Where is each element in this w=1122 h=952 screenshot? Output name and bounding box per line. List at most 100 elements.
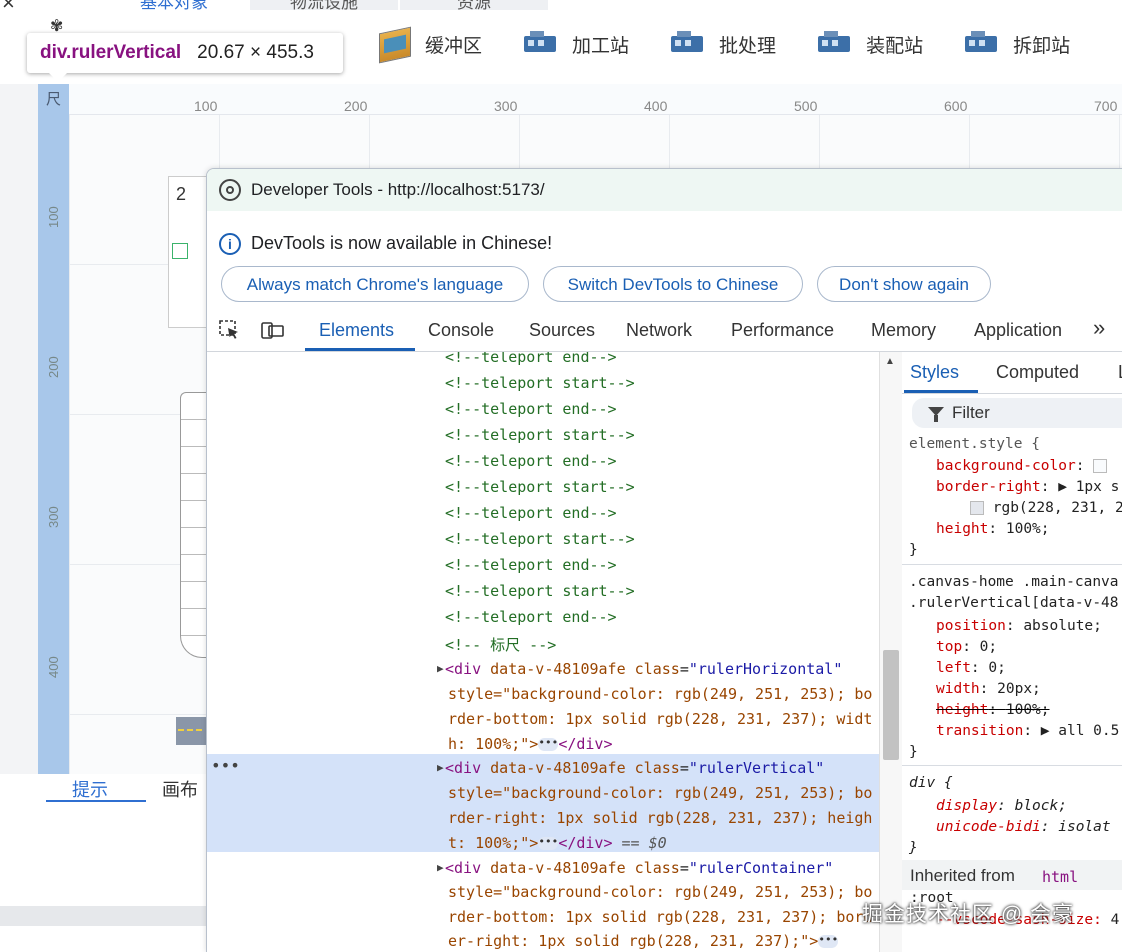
close-icon[interactable]: × [2, 0, 15, 16]
comment-node[interactable]: <!--teleport end--> [445, 400, 617, 418]
rule-close: } [909, 542, 918, 558]
prop-value: ▶ all 0.5 [1040, 723, 1120, 739]
prop-name: position [936, 618, 1006, 634]
canvas-rack-shape[interactable] [180, 392, 207, 658]
devtools-titlebar: Developer Tools - http://localhost:5173/ [207, 169, 1122, 211]
tab-resources[interactable]: 资源 [400, 0, 548, 12]
tool-batch[interactable]: 批处理 [669, 30, 776, 58]
ellipsis-icon[interactable]: ••• [538, 836, 559, 850]
scrollbar-thumb[interactable] [883, 650, 899, 760]
tab-application[interactable]: Application [974, 320, 1062, 341]
tab-console[interactable]: Console [428, 320, 494, 341]
tool-row: 器 缓冲区 加工站 批处理 装配站 拆卸站 [280, 26, 1070, 64]
expand-triangle-icon[interactable]: ▶ [437, 761, 444, 774]
dont-show-again-button[interactable]: Don't show again [817, 266, 991, 302]
style-property[interactable]: border-right: ▶ 1px s [936, 479, 1119, 495]
style-property[interactable]: position: absolute; [936, 618, 1102, 634]
style-property[interactable]: top: 0; [936, 639, 997, 655]
conveyor-shape[interactable] [176, 717, 206, 745]
filter-placeholder: Filter [952, 403, 990, 422]
style-property[interactable]: display: block; [936, 798, 1067, 814]
browser-logo-icon [219, 179, 241, 201]
style-property-overridden[interactable]: height: 100%; [936, 702, 1050, 718]
style-text: er-right: 1px solid rgb(228, 231, 237);"… [448, 932, 819, 950]
horizontal-scrollbar[interactable] [0, 906, 206, 926]
style-text: style="background-color: rgb(249, 251, 2… [448, 685, 873, 703]
style-property[interactable]: left: 0; [936, 660, 1006, 676]
comment-node[interactable]: <!-- 标尺 --> [445, 634, 556, 655]
inherited-label: Inherited from [910, 866, 1015, 885]
match-language-button[interactable]: Always match Chrome's language [221, 266, 529, 302]
styles-pane: Styles Computed L Filter element.style {… [902, 352, 1122, 952]
machine-icon [669, 30, 709, 58]
color-swatch[interactable] [1093, 459, 1108, 473]
style-text: rder-right: 1px solid rgb(228, 231, 237)… [448, 809, 873, 827]
tab-hints[interactable]: 提示 [72, 776, 108, 802]
ellipsis-icon[interactable]: ••• [818, 934, 839, 948]
style-property[interactable]: rgb(228, 231, 2 [970, 500, 1122, 516]
switch-chinese-button[interactable]: Switch DevTools to Chinese [543, 266, 803, 302]
comment-node[interactable]: <!--teleport end--> [445, 352, 617, 366]
style-property[interactable]: unicode-bidi: isolat [936, 819, 1111, 835]
divider [902, 564, 1122, 565]
rule-close: } [909, 744, 918, 760]
more-tabs-icon[interactable]: » [1093, 315, 1105, 341]
elements-scrollbar[interactable]: ▲ [879, 352, 903, 952]
node-number: 2 [176, 184, 187, 204]
prop-name: display [936, 798, 998, 814]
node-checkbox[interactable] [172, 243, 188, 259]
tab-logistics[interactable]: 物流设施 [250, 0, 398, 12]
style-rule-selector[interactable]: .canvas-home .main-canva [909, 574, 1119, 590]
comment-node[interactable]: <!--teleport end--> [445, 504, 617, 522]
tool-assembly[interactable]: 装配站 [816, 30, 923, 58]
ellipsis-icon[interactable]: ••• [538, 737, 559, 751]
attr-name: class [634, 859, 680, 877]
style-property[interactable]: height: 100%; [936, 521, 1050, 537]
styles-filter-input[interactable]: Filter [912, 398, 1122, 428]
comment-node[interactable]: <!--teleport start--> [445, 530, 635, 548]
plant-icon[interactable]: ✾ [50, 16, 70, 35]
style-text: rder-bottom: 1px solid rgb(228, 231, 237… [448, 908, 873, 926]
inspect-tooltip: div.rulerVertical 20.67 × 455.3 [27, 33, 343, 82]
style-rule-selector[interactable]: div { [909, 775, 953, 791]
tab-basic-objects[interactable]: 基本对象 [100, 0, 248, 12]
inherited-tag[interactable]: html [1042, 868, 1078, 886]
comment-node[interactable]: <!--teleport end--> [445, 608, 617, 626]
tab-sources[interactable]: Sources [529, 320, 595, 341]
tab-computed[interactable]: Computed [996, 362, 1079, 383]
comment-node[interactable]: <!--teleport start--> [445, 478, 635, 496]
tab-styles[interactable]: Styles [910, 362, 959, 383]
comment-node[interactable]: <!--teleport end--> [445, 556, 617, 574]
tool-buffer[interactable]: 缓冲区 [375, 26, 482, 64]
expand-triangle-icon[interactable]: ▶ [437, 662, 444, 675]
tab-network[interactable]: Network [626, 320, 692, 341]
device-toolbar-icon[interactable] [261, 320, 284, 340]
comment-node[interactable]: <!--teleport start--> [445, 426, 635, 444]
style-property[interactable]: background-color: [936, 458, 1108, 474]
tab-memory[interactable]: Memory [871, 320, 936, 341]
inspect-element-icon[interactable] [219, 320, 241, 340]
element-node-rulerVertical[interactable]: <div data-v-48109afe class="rulerVertica… [445, 759, 824, 777]
comment-node[interactable]: <!--teleport end--> [445, 452, 617, 470]
style-line: rder-bottom: 1px solid rgb(228, 231, 237… [448, 908, 872, 926]
tab-performance[interactable]: Performance [731, 320, 834, 341]
style-property[interactable]: width: 20px; [936, 681, 1041, 697]
tool-disassembly[interactable]: 拆卸站 [963, 30, 1070, 58]
expand-triangle-icon[interactable]: ▶ [437, 861, 444, 874]
scroll-up-icon[interactable]: ▲ [885, 356, 895, 367]
tool-processing-station[interactable]: 加工站 [522, 30, 629, 58]
comment-node[interactable]: <!--teleport start--> [445, 374, 635, 392]
tab-layout[interactable]: L [1118, 362, 1122, 383]
element-node-rulerContainer[interactable]: <div data-v-48109afe class="rulerContain… [445, 859, 833, 877]
tab-canvas[interactable]: 画布 [162, 776, 198, 802]
language-infobar: i DevTools is now available in Chinese! … [207, 211, 1122, 307]
color-swatch[interactable] [970, 501, 984, 515]
comment-node[interactable]: <!--teleport start--> [445, 582, 635, 600]
style-property[interactable]: transition: ▶ all 0.5 [936, 723, 1119, 739]
style-rule-selector[interactable]: element.style { [909, 436, 1040, 452]
style-rule-selector[interactable]: .rulerVertical[data-v-48 [909, 595, 1119, 611]
tab-elements[interactable]: Elements [319, 320, 394, 341]
element-node-rulerHorizontal[interactable]: <div data-v-48109afe class="rulerHorizon… [445, 660, 842, 678]
ruler-tick-label: 400 [46, 656, 61, 678]
row-options-icon[interactable]: ••• [211, 756, 240, 775]
